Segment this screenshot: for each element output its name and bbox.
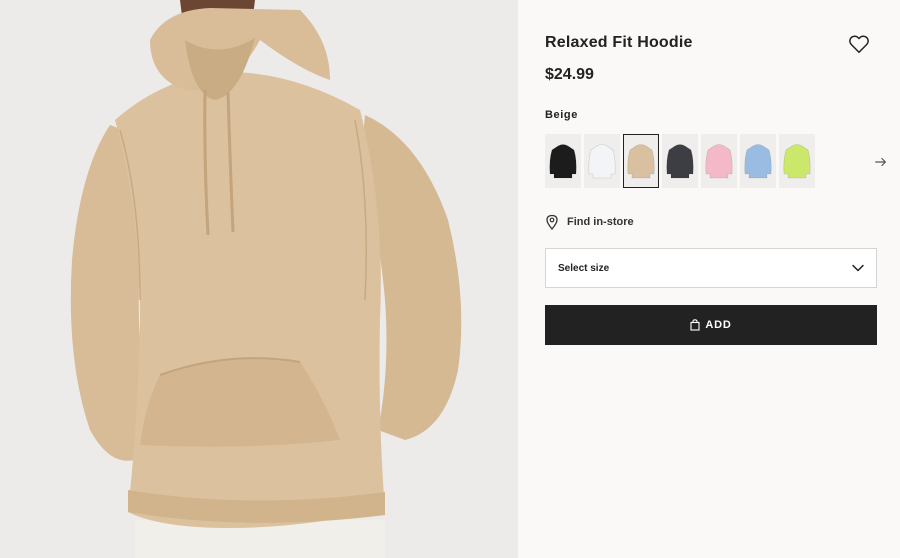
- chevron-down-icon: [852, 264, 864, 272]
- color-swatch-list: [545, 134, 815, 188]
- color-swatch-dark-grey[interactable]: [662, 134, 698, 188]
- color-swatch-pink[interactable]: [701, 134, 737, 188]
- arrow-right-icon[interactable]: [874, 155, 888, 169]
- add-to-cart-label: ADD: [705, 319, 732, 331]
- hoodie-model-photo: [0, 0, 518, 558]
- shopping-bag-icon: [690, 319, 700, 331]
- hoodie-thumbnail-icon: [666, 144, 694, 179]
- size-select-placeholder: Select size: [558, 262, 610, 274]
- color-swatch-light-blue[interactable]: [740, 134, 776, 188]
- color-swatch-lime[interactable]: [779, 134, 815, 188]
- heart-icon[interactable]: [848, 33, 870, 55]
- color-swatch-black[interactable]: [545, 134, 581, 188]
- hoodie-thumbnail-icon: [627, 144, 655, 179]
- product-details-panel: Relaxed Fit Hoodie $24.99 Beige Find in-…: [518, 0, 900, 558]
- product-title: Relaxed Fit Hoodie: [545, 34, 693, 51]
- color-swatch-beige[interactable]: [623, 134, 659, 188]
- hoodie-thumbnail-icon: [588, 144, 616, 179]
- product-image[interactable]: [0, 0, 518, 558]
- size-select-dropdown[interactable]: Select size: [545, 248, 877, 288]
- hoodie-thumbnail-icon: [744, 144, 772, 179]
- find-in-store-label: Find in-store: [567, 216, 634, 228]
- add-to-cart-button[interactable]: ADD: [545, 305, 877, 345]
- selected-color-label: Beige: [545, 109, 578, 121]
- product-price: $24.99: [545, 66, 594, 83]
- find-in-store-link[interactable]: Find in-store: [545, 214, 634, 230]
- hoodie-thumbnail-icon: [549, 144, 577, 179]
- location-pin-icon: [546, 214, 558, 230]
- hoodie-thumbnail-icon: [783, 144, 811, 179]
- color-swatch-white[interactable]: [584, 134, 620, 188]
- hoodie-thumbnail-icon: [705, 144, 733, 179]
